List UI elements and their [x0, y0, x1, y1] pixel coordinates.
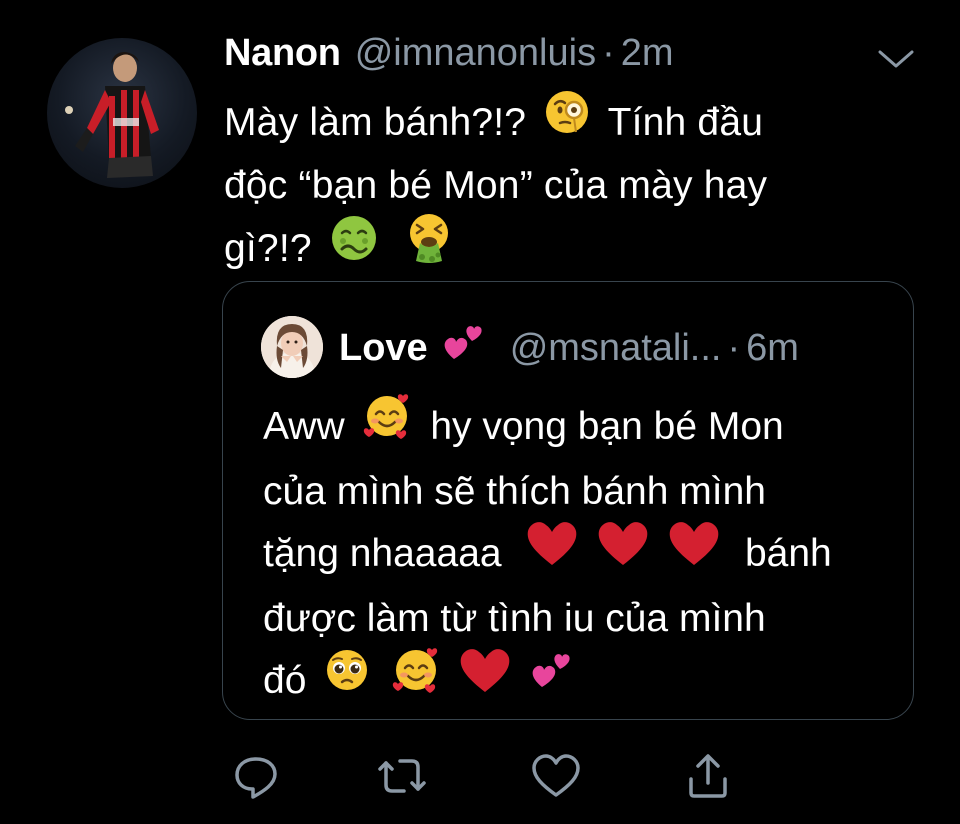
tweet: Nanon @imnanonluis · 2m Mày làm bánh?!?: [0, 0, 960, 824]
share-button[interactable]: [680, 748, 736, 804]
smiling-face-with-hearts-icon: [390, 644, 442, 713]
tweet-timestamp[interactable]: 2m: [621, 32, 674, 75]
quoted-text-segment: đó: [263, 658, 307, 702]
tweet-header: Nanon @imnanonluis · 2m: [224, 32, 674, 88]
reply-button[interactable]: [228, 748, 284, 804]
tweet-text-segment: Mày làm bánh?!?: [224, 100, 527, 144]
red-heart-icon: [666, 517, 722, 586]
quoted-text-segment: Aww: [263, 404, 345, 448]
reply-icon: [235, 757, 277, 799]
nauseated-face-icon: [329, 213, 379, 280]
retweet-button[interactable]: [374, 748, 430, 804]
quoted-text-segment: tặng nhaaaaa: [263, 531, 502, 575]
share-icon: [689, 754, 727, 798]
quoted-author-avatar[interactable]: [261, 316, 323, 378]
quoted-tweet-header: Love @msnatali... · 6m: [339, 320, 799, 376]
retweet-icon: [378, 759, 426, 793]
quoted-author-handle[interactable]: @msnatali...: [510, 327, 722, 370]
pleading-face-icon: [323, 646, 371, 711]
tweet-actions: [228, 748, 748, 804]
separator-dot: ·: [727, 326, 741, 369]
chevron-down-icon[interactable]: [876, 44, 916, 72]
smiling-face-with-hearts-icon: [361, 390, 413, 459]
author-display-name[interactable]: Nanon: [224, 32, 341, 75]
quoted-tweet-timestamp[interactable]: 6m: [746, 327, 799, 370]
author-avatar[interactable]: [47, 38, 197, 188]
quoted-text-segment: hy vọng bạn bé Mon: [430, 404, 784, 448]
quoted-text-line: Aww hy vọng bạn bé Mon: [263, 394, 903, 463]
quoted-tweet-text: Aww hy vọng bạn bé Mon của mình sẽ thích…: [263, 394, 903, 717]
red-heart-icon: [457, 644, 513, 713]
quoted-text-line: được làm từ tình iu của mình: [263, 597, 766, 640]
red-heart-icon: [524, 517, 580, 586]
tweet-text-segment: Tính đầu: [607, 100, 764, 144]
separator-dot: ·: [602, 32, 615, 74]
tweet-text-segment: gì?!?: [224, 226, 312, 270]
tweet-text: Mày làm bánh?!? Tính đầu độc “bạn bé Mon…: [224, 91, 904, 286]
quoted-text-line: đó: [263, 648, 903, 717]
quoted-text-line: tặng nhaaaaa bánh: [263, 521, 903, 590]
two-hearts-icon: [528, 647, 574, 710]
tweet-text-line: độc “bạn bé Mon” của mày hay: [224, 164, 768, 207]
author-handle[interactable]: @imnanonluis: [355, 32, 596, 75]
tweet-text-line: Mày làm bánh?!? Tính đầu: [224, 91, 904, 157]
like-button[interactable]: [528, 748, 584, 804]
quoted-tweet[interactable]: Love @msnatali... · 6m Aww hy vọng bạn b…: [222, 281, 914, 720]
two-hearts-icon: [440, 319, 486, 370]
like-icon: [532, 754, 580, 797]
red-heart-icon: [595, 517, 651, 586]
quoted-text-segment: bánh: [744, 531, 832, 575]
face-with-monocle-icon: [543, 88, 591, 153]
quoted-text-line: của mình sẽ thích bánh mình: [263, 470, 766, 513]
face-vomiting-icon: [402, 211, 456, 282]
tweet-text-line: gì?!?: [224, 213, 904, 286]
quoted-author-display-name[interactable]: Love: [339, 327, 428, 370]
